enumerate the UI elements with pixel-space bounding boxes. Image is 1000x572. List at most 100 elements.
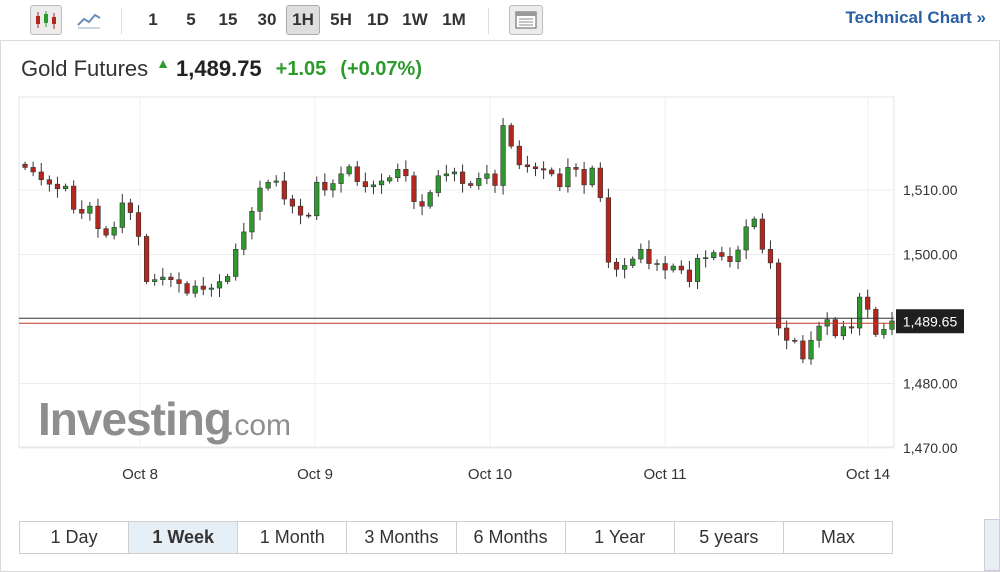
candle-body	[524, 164, 530, 168]
candle-body	[249, 210, 255, 233]
interval-1h-button[interactable]: 1H	[286, 5, 320, 35]
candle-body	[686, 269, 693, 282]
candle-body	[111, 227, 117, 236]
candle-body	[168, 276, 174, 280]
candle-body	[613, 261, 620, 270]
candle-body	[881, 329, 887, 335]
candle-body	[476, 178, 482, 186]
quote-header: Gold Futures ▲ 1,489.75 +1.05 (+0.07%)	[21, 55, 422, 82]
candle-body	[241, 231, 247, 250]
candle-body	[630, 258, 636, 266]
x-tick-label: Oct 14	[846, 466, 890, 483]
current-price-label: 1,489.65	[903, 313, 958, 329]
line-chart-icon[interactable]	[73, 5, 105, 35]
range-1-week[interactable]: 1 Week	[129, 522, 239, 553]
candle-body	[395, 169, 401, 179]
interval-1mo-button[interactable]: 1M	[437, 5, 471, 35]
candle-body	[257, 187, 263, 212]
candle-body	[46, 179, 52, 185]
candle-body	[346, 166, 352, 175]
candle-body	[95, 205, 101, 230]
data-table-icon[interactable]	[509, 5, 543, 35]
candle-body	[216, 281, 223, 289]
candle-body	[865, 296, 871, 310]
range-1-month[interactable]: 1 Month	[238, 522, 348, 553]
candle-body	[208, 287, 215, 290]
candle-body	[889, 320, 895, 330]
candle-body	[808, 339, 814, 360]
range-1-year[interactable]: 1 Year	[566, 522, 675, 553]
candle-body	[119, 202, 125, 228]
interval-30m-button[interactable]: 30	[252, 5, 282, 35]
candle-body	[767, 249, 774, 264]
range-max[interactable]: Max	[784, 522, 892, 553]
candle-body	[540, 168, 547, 171]
candle-body	[22, 163, 28, 168]
interval-1d-button[interactable]: 1D	[363, 5, 393, 35]
candle-body	[792, 339, 798, 342]
candle-body	[338, 173, 344, 184]
x-tick-label: Oct 11	[643, 466, 686, 483]
candle-body	[451, 171, 458, 175]
candle-body	[711, 252, 717, 259]
candle-body	[751, 218, 757, 228]
interval-1w-button[interactable]: 1W	[398, 5, 432, 35]
candle-body	[38, 171, 44, 180]
candle-body	[435, 175, 441, 193]
candle-body	[727, 256, 733, 262]
range-5-years[interactable]: 5 years	[675, 522, 784, 553]
candle-body	[670, 265, 676, 271]
candle-body	[832, 319, 838, 337]
candle-body	[273, 180, 279, 183]
resize-handle[interactable]	[984, 519, 1000, 571]
candle-body	[784, 327, 790, 341]
x-tick-label: Oct 8	[122, 466, 158, 483]
candle-body	[508, 125, 514, 147]
candle-body	[297, 205, 304, 216]
candle-body	[848, 326, 855, 329]
x-axis: Oct 8 Oct 9 Oct 10 Oct 11 Oct 14	[122, 466, 890, 483]
interval-15m-button[interactable]: 15	[213, 5, 243, 35]
candle-body	[743, 226, 749, 251]
candlestick-icon[interactable]	[30, 5, 62, 35]
y-tick-label: 1,480.00	[903, 376, 958, 392]
x-tick-label: Oct 10	[468, 466, 512, 483]
technical-chart-link[interactable]: Technical Chart »	[846, 8, 986, 28]
candle-body	[638, 249, 644, 260]
candle-body	[703, 257, 709, 260]
interval-1m-button[interactable]: 1	[142, 5, 164, 35]
candle-body	[605, 197, 612, 263]
candle-body	[322, 181, 328, 191]
candle-body	[103, 228, 109, 236]
interval-5h-button[interactable]: 5H	[325, 5, 357, 35]
candle-body	[500, 125, 506, 186]
candle-body	[565, 167, 571, 188]
candle-body	[225, 276, 231, 282]
candle-body	[71, 185, 77, 210]
price-chart[interactable]: 1,489.65 1,510.00 1,500.00 1,480.00 1,470.0…	[0, 95, 1000, 495]
candle-body	[54, 183, 61, 190]
range-1-day[interactable]: 1 Day	[20, 522, 130, 553]
candle-body	[233, 249, 239, 277]
interval-5m-button[interactable]: 5	[180, 5, 202, 35]
candle-body	[840, 326, 846, 337]
candle-body	[589, 167, 595, 186]
candle-body	[427, 192, 433, 207]
x-tick-label: Oct 9	[297, 466, 333, 483]
candle-body	[459, 171, 466, 184]
chart-toolbar: 1 5 15 30 1H 5H 1D 1W 1M Technical Chart…	[0, 0, 1000, 41]
range-3-months[interactable]: 3 Months	[347, 522, 457, 553]
toolbar-separator	[488, 8, 489, 34]
candle-body	[597, 167, 603, 199]
price-change-percent: (+0.07%)	[340, 57, 422, 80]
candle-body	[581, 169, 587, 186]
candle-body	[30, 167, 36, 173]
candle-body	[419, 201, 425, 207]
candle-body	[492, 173, 498, 186]
range-6-months[interactable]: 6 Months	[457, 522, 566, 553]
watermark-suffix: .com	[226, 409, 291, 442]
y-tick-label: 1,470.00	[903, 440, 958, 456]
candle-body	[516, 145, 522, 166]
last-price: 1,489.75	[176, 56, 262, 81]
candle-body	[532, 166, 539, 170]
